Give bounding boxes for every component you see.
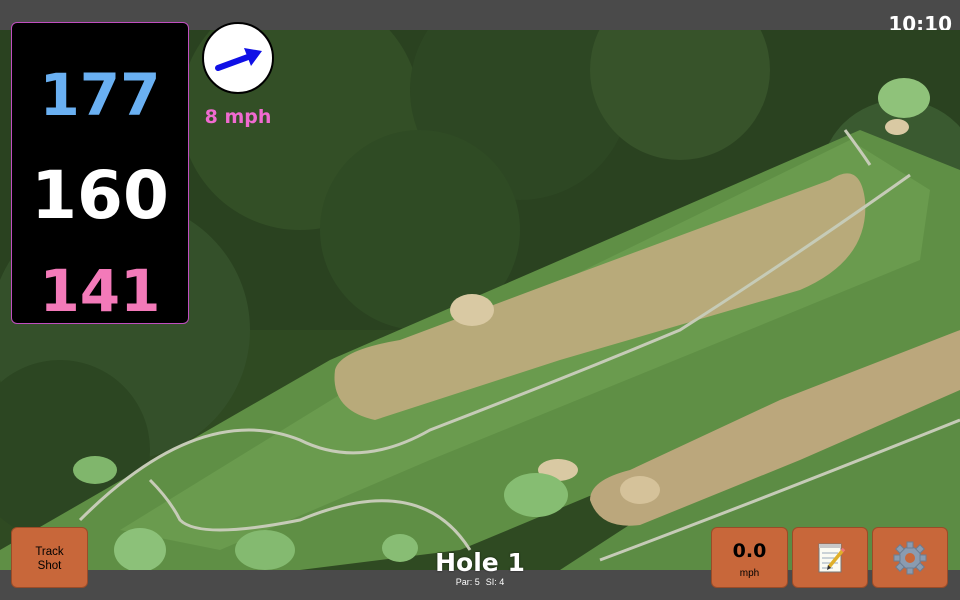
gear-icon	[893, 541, 927, 575]
track-shot-label-line2: Shot	[37, 560, 62, 572]
wind-speed-label: 8 mph	[204, 106, 272, 128]
stroke-index-label: SI: 4	[485, 577, 505, 587]
golf-gps-screen: 10:10 177 160 141 8 mph Track Shot Hole …	[0, 0, 960, 600]
hole-info: Par: 5 SI: 4	[380, 577, 580, 587]
track-shot-button[interactable]: Track Shot	[11, 527, 88, 588]
settings-button[interactable]	[872, 527, 948, 588]
wind-dial	[202, 22, 274, 94]
front-distance: 141	[39, 257, 161, 325]
hole-title: Hole 1	[435, 548, 525, 577]
speed-unit: mph	[739, 568, 760, 579]
notes-button[interactable]	[792, 527, 868, 588]
distance-panel: 177 160 141	[11, 22, 189, 324]
wind-arrow-icon	[215, 48, 262, 71]
middle-distance: 160	[31, 157, 169, 234]
speed-value: 0.0	[732, 540, 767, 562]
speed-button[interactable]: 0.0 mph	[711, 527, 788, 588]
notepad-icon	[818, 543, 846, 573]
track-shot-label-line1: Track	[35, 546, 64, 558]
back-distance: 177	[39, 61, 161, 129]
par-label: Par: 5	[455, 577, 480, 587]
